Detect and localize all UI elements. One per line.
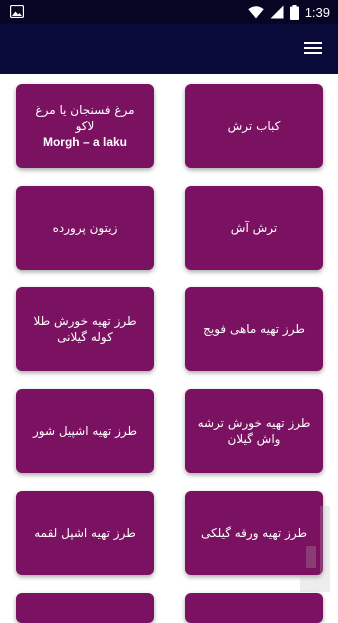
recipe-card[interactable]: مرغ فسنجان یا مرغ لاکو Morgh – a laku xyxy=(16,84,154,168)
recipe-card[interactable]: طرز تهیه اشپل لقمه xyxy=(16,491,154,575)
app-bar xyxy=(0,24,338,74)
recipe-card[interactable]: ترش آش xyxy=(185,186,323,270)
recipe-card-title: ترش آش xyxy=(230,221,278,235)
battery-icon xyxy=(289,4,299,20)
recipe-card[interactable]: طرز تهیه اشپیل شور xyxy=(16,389,154,473)
recipe-card-title: طرز تهیه اشپیل شور xyxy=(32,424,138,438)
recipe-card-partial[interactable] xyxy=(185,593,323,623)
recipe-card[interactable]: کباب ترش xyxy=(185,84,323,168)
recipe-card[interactable]: طرز تهیه خورش طلا کوله گیلانی xyxy=(16,287,154,371)
signal-icon xyxy=(270,5,284,19)
status-bar: 1:39 xyxy=(0,0,338,24)
status-time: 1:39 xyxy=(304,4,330,20)
recipe-card[interactable]: زیتون پرورده xyxy=(16,186,154,270)
recipe-card-title: طرز تهیه اشپل لقمه xyxy=(34,526,136,540)
recipe-card-title: طرز تهیه خورش ترشه واش گیلان xyxy=(197,416,311,446)
recipe-card-title: طرز تهیه خورش طلا کوله گیلانی xyxy=(33,314,137,344)
recipe-card-title: مرغ فسنجان یا مرغ لاکو xyxy=(35,103,135,133)
recipe-card[interactable]: طرز تهیه ماهی فویج xyxy=(185,287,323,371)
recipe-card-partial[interactable] xyxy=(16,593,154,623)
wifi-icon xyxy=(247,5,264,19)
recipe-card-subtitle: Morgh – a laku xyxy=(42,135,128,149)
watermark-logo-icon xyxy=(300,506,330,592)
recipe-grid: کباب ترش مرغ فسنجان یا مرغ لاکو Morgh – … xyxy=(0,74,338,623)
recipe-card-title: کباب ترش xyxy=(227,119,281,133)
recipe-card[interactable]: طرز تهیه خورش ترشه واش گیلان xyxy=(185,389,323,473)
image-notification-icon xyxy=(10,5,24,18)
recipe-card-title: زیتون پرورده xyxy=(52,221,118,235)
recipe-card-title: طرز تهیه ورقه گیلکی xyxy=(200,526,308,540)
recipe-card-title: طرز تهیه ماهی فویج xyxy=(203,322,305,336)
hamburger-menu-icon[interactable] xyxy=(302,38,324,58)
